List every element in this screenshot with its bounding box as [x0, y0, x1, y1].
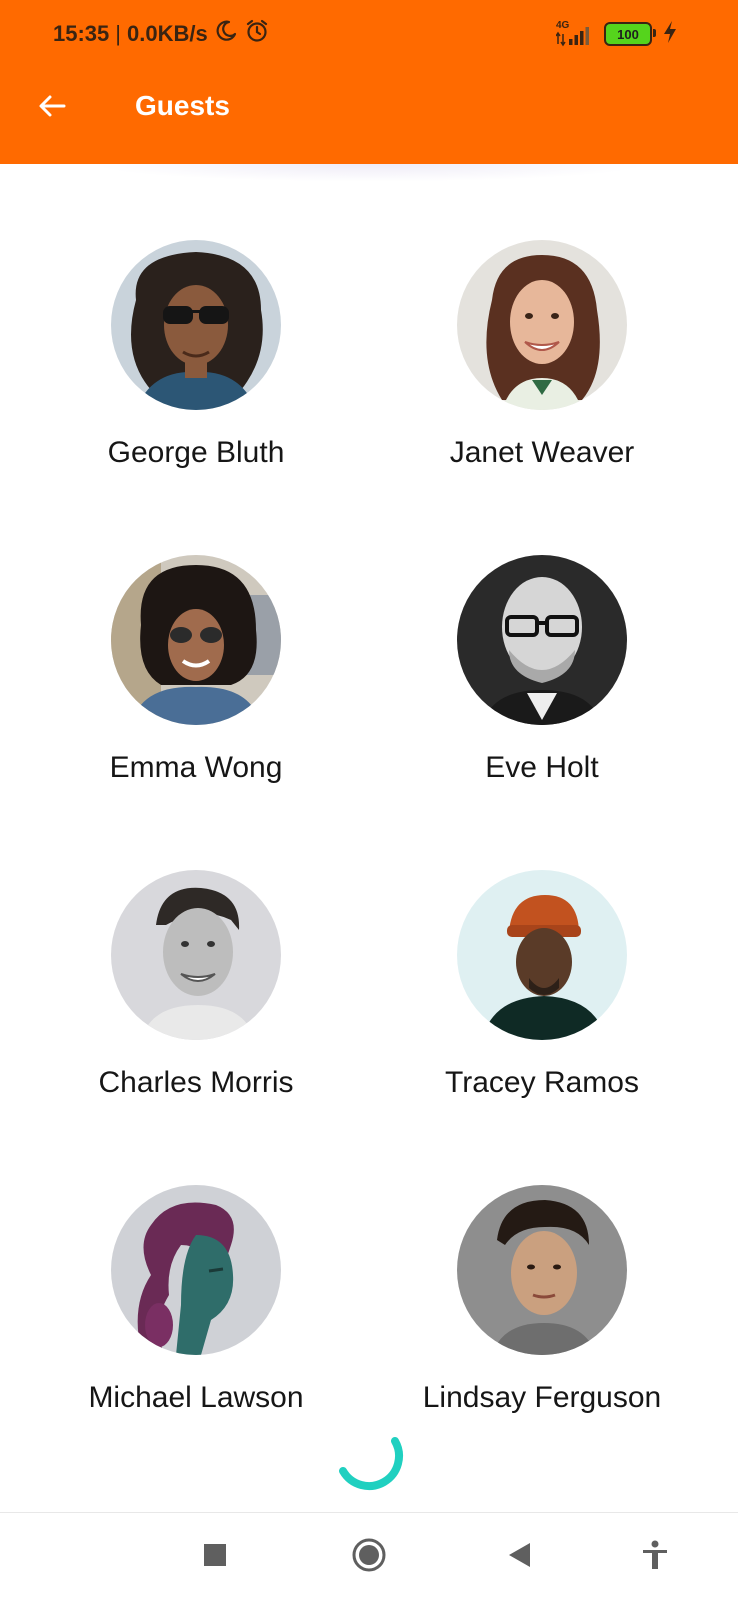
- avatar: [457, 240, 627, 410]
- page-title: Guests: [135, 90, 230, 121]
- guest-name: Tracey Ramos: [445, 1066, 639, 1099]
- avatar: [111, 240, 281, 410]
- system-nav-bar: [0, 1512, 738, 1600]
- network-speed: 0.0KB/s: [127, 21, 208, 46]
- status-time: 15:35: [53, 21, 110, 46]
- guest-name: Michael Lawson: [88, 1381, 304, 1414]
- avatar: [457, 1185, 627, 1355]
- back-button[interactable]: [30, 86, 74, 130]
- guest-card-lindsay-ferguson[interactable]: Lindsay Ferguson: [392, 1185, 692, 1445]
- status-bar: 15:35 | 0.0KB/s 4G 100: [0, 0, 738, 68]
- loading-spinner: [331, 1418, 407, 1494]
- guest-card-george-bluth[interactable]: George Bluth: [46, 240, 346, 500]
- status-left: 15:35 | 0.0KB/s: [53, 18, 270, 50]
- stop-square-icon: [203, 1543, 227, 1572]
- home-button[interactable]: [345, 1533, 393, 1581]
- battery-icon: 100: [604, 22, 656, 46]
- battery-level: 100: [617, 26, 639, 42]
- arrow-left-icon: [37, 94, 67, 123]
- avatar: [457, 870, 627, 1040]
- back-nav-button[interactable]: [495, 1533, 543, 1581]
- avatar: [111, 870, 281, 1040]
- app-bar-shadow: [90, 164, 650, 182]
- app-bar: Guests: [0, 68, 738, 164]
- moon-icon: [214, 19, 238, 49]
- guest-name: Lindsay Ferguson: [422, 1381, 662, 1414]
- guest-card-janet-weaver[interactable]: Janet Weaver: [392, 240, 692, 500]
- accessibility-button[interactable]: [631, 1533, 679, 1581]
- recents-button[interactable]: [191, 1533, 239, 1581]
- guest-card-emma-wong[interactable]: Emma Wong: [46, 555, 346, 815]
- back-triangle-icon: [506, 1541, 532, 1574]
- guests-screen: 15:35 | 0.0KB/s 4G 100 Guests George Blu…: [0, 0, 738, 1600]
- lightning-icon: [662, 20, 678, 49]
- signal-icon: 4G: [556, 20, 594, 48]
- avatar: [111, 1185, 281, 1355]
- home-circle-icon: [351, 1537, 387, 1578]
- guest-name: George Bluth: [107, 436, 285, 469]
- status-separator: |: [115, 21, 121, 46]
- guest-card-michael-lawson[interactable]: Michael Lawson: [46, 1185, 346, 1445]
- guest-name: Eve Holt: [485, 751, 599, 784]
- accessibility-icon: [641, 1540, 669, 1575]
- guest-name: Emma Wong: [109, 751, 283, 784]
- guest-card-charles-morris[interactable]: Charles Morris: [46, 870, 346, 1130]
- guest-name: Janet Weaver: [449, 436, 635, 469]
- guest-card-eve-holt[interactable]: Eve Holt: [392, 555, 692, 815]
- guest-card-tracey-ramos[interactable]: Tracey Ramos: [392, 870, 692, 1130]
- avatar: [457, 555, 627, 725]
- guest-name: Charles Morris: [98, 1066, 294, 1099]
- avatar: [111, 555, 281, 725]
- status-right: 4G 100: [556, 18, 678, 50]
- alarm-clock-icon: [244, 18, 270, 50]
